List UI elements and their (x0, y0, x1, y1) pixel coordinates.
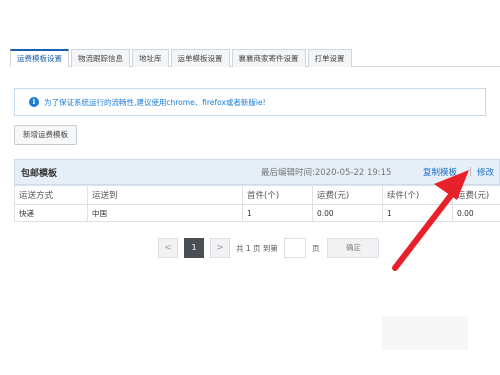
page-number-input[interactable] (283, 238, 306, 258)
tab-logistics-tracking[interactable]: 物流跟踪信息 (71, 49, 130, 67)
cell-first-item: 1 (242, 204, 313, 222)
cell-first-fee: 0.00 (312, 204, 383, 222)
notice-text: 为了保证系统运行的流畅性,建议使用chrome、firefox或者新版ie! (44, 97, 266, 107)
confirm-page-button[interactable]: 确定 (327, 238, 380, 258)
tab-shipping-template[interactable]: 运费模板设置 (10, 49, 69, 67)
next-page-button[interactable]: > (210, 238, 230, 258)
cell-ship-to: 中国 (87, 204, 243, 222)
table-row: 快递 中国 1 0.00 1 0.00 (14, 204, 500, 222)
page-suffix: 页 (311, 243, 320, 253)
watermark (382, 316, 468, 350)
col-first-item: 首件(个) (242, 185, 313, 205)
template-header: 包邮模板 最后编辑时间:2020-05-22 19:15 复制模板 | 修改 (14, 159, 500, 185)
col-extra-fee: 运费(元) (452, 185, 500, 205)
table-header-row: 运送方式 运送到 首件(个) 运费(元) 续件(个) 运费(元) (14, 185, 500, 205)
tab-bar: 运费模板设置 物流跟踪信息 地址库 运单模板设置 襄襄商家寄件设置 打单设置 (10, 49, 500, 67)
prev-page-button[interactable]: < (158, 238, 178, 258)
template-table: 运送方式 运送到 首件(个) 运费(元) 续件(个) 运费(元) 快递 中国 1… (14, 185, 500, 222)
pagination: < 1 > 共 1 页 到第 页 确定 (158, 238, 380, 258)
total-pages-text: 共 1 页 到第 (236, 243, 278, 253)
tab-print-settings[interactable]: 打单设置 (307, 49, 352, 67)
link-separator: | (469, 167, 472, 177)
col-ship-to: 运送到 (87, 185, 243, 205)
browser-notice: i 为了保证系统运行的流畅性,建议使用chrome、firefox或者新版ie! (14, 88, 486, 116)
template-title: 包邮模板 (21, 168, 58, 179)
col-shipping-method: 运送方式 (14, 185, 88, 205)
current-page[interactable]: 1 (184, 238, 204, 258)
cell-extra-item: 1 (382, 204, 453, 222)
last-edited-time: 最后编辑时间:2020-05-22 19:15 (261, 168, 392, 178)
tab-address-library[interactable]: 地址库 (132, 49, 169, 67)
cell-shipping-method: 快递 (14, 204, 88, 222)
template-panel: 包邮模板 最后编辑时间:2020-05-22 19:15 复制模板 | 修改 运… (14, 159, 500, 222)
cell-extra-fee: 0.00 (452, 204, 500, 222)
edit-template-link[interactable]: 修改 (477, 166, 494, 178)
info-icon: i (29, 97, 39, 107)
col-first-fee: 运费(元) (312, 185, 383, 205)
tab-merchant-shipping[interactable]: 襄襄商家寄件设置 (231, 49, 306, 67)
col-extra-item: 续件(个) (382, 185, 453, 205)
add-template-button[interactable]: 新增运费模板 (14, 125, 77, 145)
tab-waybill-template[interactable]: 运单模板设置 (170, 49, 230, 67)
copy-template-link[interactable]: 复制模板 (423, 166, 457, 178)
